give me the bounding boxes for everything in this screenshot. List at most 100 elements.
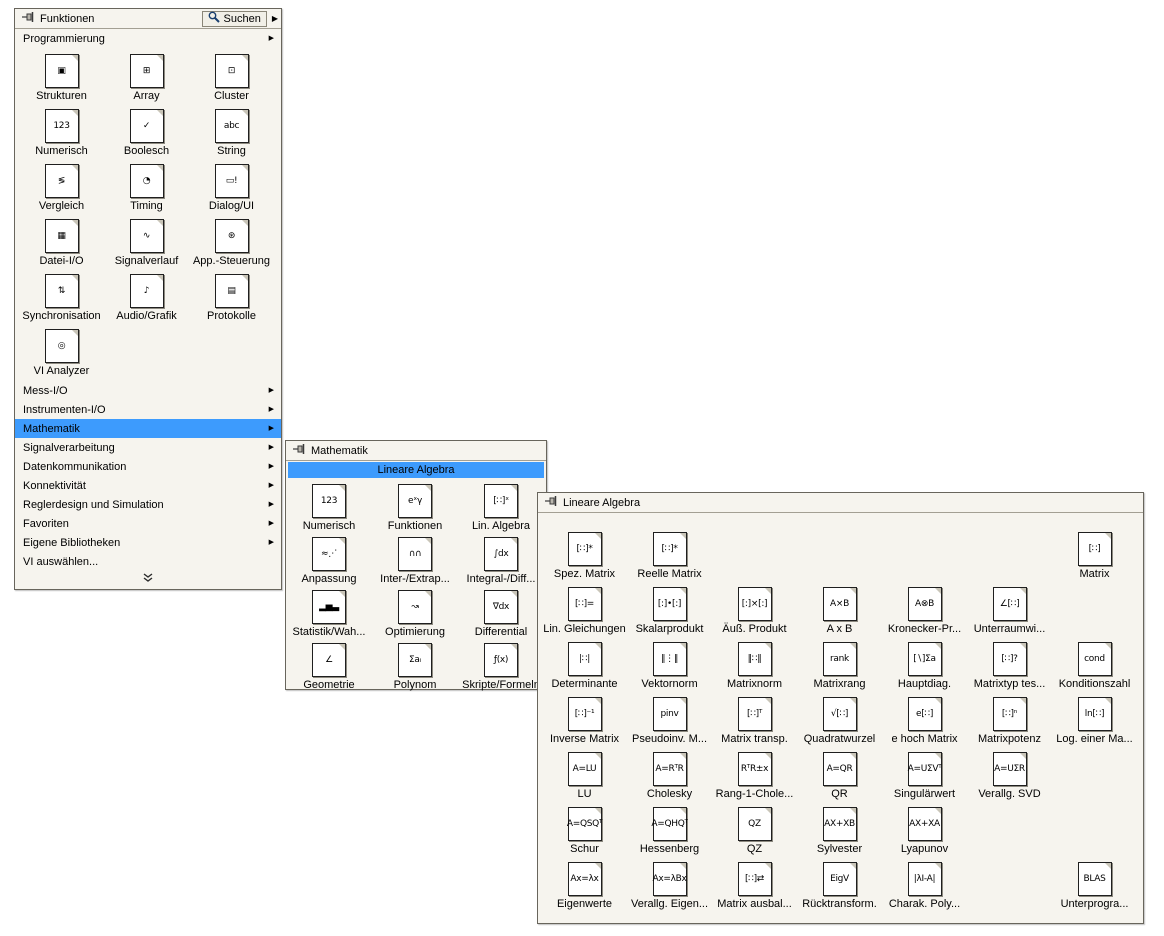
palette-item-eigenwerte[interactable]: Ax=λx Eigenwerte [542, 857, 627, 912]
palette-item-konditionszahl[interactable]: cond Konditionszahl [1052, 637, 1137, 692]
palette-item-timing[interactable]: ◔ Timing [104, 159, 189, 214]
palette-item-inter-extrap[interactable]: ∩∩ Inter-/Extrap... [372, 532, 458, 585]
palette-item-singulärwert[interactable]: A=UΣVᵀ Singulärwert [882, 747, 967, 802]
palette-item-differential[interactable]: ∇dx Differential [458, 585, 544, 638]
palette-item-optimierung[interactable]: ↝ Optimierung [372, 585, 458, 638]
palette-item-signalverlauf[interactable]: ∿ Signalverlauf [104, 214, 189, 269]
palette-item-matrix-ausbal[interactable]: [∷]⇄ Matrix ausbal... [712, 857, 797, 912]
palette-item-matrix[interactable]: [∷] Matrix [1052, 527, 1137, 582]
palette-item-lin-algebra[interactable]: [∷]ˣ Lin. Algebra [458, 479, 544, 532]
palette-item-anpassung[interactable]: ≈⋰ Anpassung [286, 532, 372, 585]
palette-item-funktionen[interactable]: eˣγ Funktionen [372, 479, 458, 532]
palette-item-unterprogra[interactable]: BLAS Unterprogra... [1052, 857, 1137, 912]
palette-item-sylvester[interactable]: AX+XB Sylvester [797, 802, 882, 857]
palette-item-numerisch[interactable]: 123 Numerisch [19, 104, 104, 159]
palette-item-schur[interactable]: A=QSQᵀ Schur [542, 802, 627, 857]
mathematik-titlebar[interactable]: Mathematik [286, 441, 546, 461]
category-row-instrumenten-i-o[interactable]: Instrumenten-I/O ▶ [15, 400, 281, 419]
palette-item-inverse-matrix[interactable]: [∷]⁻¹ Inverse Matrix [542, 692, 627, 747]
palette-item-matrixnorm[interactable]: ‖∷‖ Matrixnorm [712, 637, 797, 692]
palette-item-strukturen[interactable]: ▣ Strukturen [19, 49, 104, 104]
palette-item-datei-i-o[interactable]: ▦ Datei-I/O [19, 214, 104, 269]
palette-item-label: Differential [474, 626, 528, 638]
palette-item-geometrie[interactable]: ∠ Geometrie [286, 638, 372, 691]
palette-item-matrixrang[interactable]: rank Matrixrang [797, 637, 882, 692]
palette-item-kronecker-pr[interactable]: A⊗B Kronecker-Pr... [882, 582, 967, 637]
category-label: Mathematik [23, 422, 80, 435]
double-chevron-down-icon [141, 572, 155, 586]
palette-item-lu[interactable]: A=LU LU [542, 747, 627, 802]
palette-item-app-steuerung[interactable]: ⊛ App.-Steuerung [189, 214, 274, 269]
palette-item-matrixpotenz[interactable]: [∷]ⁿ Matrixpotenz [967, 692, 1052, 747]
palette-item-label: Inverse Matrix [549, 733, 620, 745]
category-row-mathematik[interactable]: Mathematik ▶ [15, 419, 281, 438]
category-row-favoriten[interactable]: Favoriten ▶ [15, 514, 281, 533]
palette-item-string[interactable]: abc String [189, 104, 274, 159]
palette-item-lin-gleichungen[interactable]: [∷]= Lin. Gleichungen [542, 582, 627, 637]
palette-item-quadratwurzel[interactable]: √[∷] Quadratwurzel [797, 692, 882, 747]
palette-item-matrixtyp-tes[interactable]: [∷]? Matrixtyp tes... [967, 637, 1052, 692]
category-label: Programmierung [23, 32, 105, 45]
palette-item-hauptdiag[interactable]: [∖]Σa Hauptdiag. [882, 637, 967, 692]
palette-item-audio-grafik[interactable]: ♪ Audio/Grafik [104, 269, 189, 324]
palette-item-pseudoinv-m[interactable]: pinv Pseudoinv. M... [627, 692, 712, 747]
palette-item-verallg-svd[interactable]: A=UΣR Verallg. SVD [967, 747, 1052, 802]
search-label: Suchen [223, 12, 261, 25]
palette-item-log-einer-ma[interactable]: ln[∷] Log. einer Ma... [1052, 692, 1137, 747]
palette-options-arrow-icon[interactable]: ▶ [272, 14, 278, 23]
palette-item-a-x-b[interactable]: A×B A x B [797, 582, 882, 637]
palette-item-vergleich[interactable]: ≶ Vergleich [19, 159, 104, 214]
expand-more-button[interactable] [15, 571, 281, 587]
submenu-arrow-icon: ▶ [268, 444, 274, 451]
search-button[interactable]: Suchen [201, 10, 267, 27]
palette-item-vi-analyzer[interactable]: ◎ VI Analyzer [19, 324, 104, 379]
palette-item-skripte-formeln[interactable]: ƒ(x) Skripte/Formeln [458, 638, 544, 691]
category-row-reglerdesign-und-simulation[interactable]: Reglerdesign und Simulation ▶ [15, 495, 281, 514]
palette-item-qz[interactable]: QZ QZ [712, 802, 797, 857]
palette-item-boolesch[interactable]: ✓ Boolesch [104, 104, 189, 159]
lineare-algebra-titlebar[interactable]: Lineare Algebra [538, 493, 1143, 513]
search-icon [208, 11, 220, 26]
category-programmierung[interactable]: Programmierung ▶ [15, 29, 281, 48]
palette-item-label: Schur [570, 843, 599, 855]
palette-item-polynom[interactable]: Σaᵢ Polynom [372, 638, 458, 691]
palette-item-integral-diff[interactable]: ∫dx Integral-/Diff... [458, 532, 544, 585]
palette-item-determinante[interactable]: |∷| Determinante [542, 637, 627, 692]
matrixpotenz-icon: [∷]ⁿ [992, 697, 1027, 731]
palette-item-e-hoch-matrix[interactable]: e[∷] e hoch Matrix [882, 692, 967, 747]
palette-item-cholesky[interactable]: A=RᵀR Cholesky [627, 747, 712, 802]
palette-item-unterraumwi[interactable]: ∠[∷] Unterraumwi... [967, 582, 1052, 637]
category-row-konnektivität[interactable]: Konnektivität ▶ [15, 476, 281, 495]
palette-item-cluster[interactable]: ⊡ Cluster [189, 49, 274, 104]
palette-item-charak-poly[interactable]: |λI-A| Charak. Poly... [882, 857, 967, 912]
palette-item-numerisch[interactable]: 123 Numerisch [286, 479, 372, 532]
palette-item-spez-matrix[interactable]: [∷]* Spez. Matrix [542, 527, 627, 582]
palette-item-array[interactable]: ⊞ Array [104, 49, 189, 104]
palette-item-dialog-ui[interactable]: ▭! Dialog/UI [189, 159, 274, 214]
category-row-eigene-bibliotheken[interactable]: Eigene Bibliotheken ▶ [15, 533, 281, 552]
pushpin-icon[interactable] [292, 443, 306, 458]
category-row-mess-i-o[interactable]: Mess-I/O ▶ [15, 381, 281, 400]
palette-item-äuß-produkt[interactable]: [:]×[:] Äuß. Produkt [712, 582, 797, 637]
palette-title: Mathematik [311, 444, 368, 457]
funktionen-titlebar[interactable]: Funktionen Suchen ▶ [15, 9, 281, 29]
palette-item-synchronisation[interactable]: ⇅ Synchronisation [19, 269, 104, 324]
palette-item-hessenberg[interactable]: A=QHQᵀ Hessenberg [627, 802, 712, 857]
pushpin-icon[interactable] [21, 11, 35, 26]
palette-item-skalarprodukt[interactable]: [:]•[:] Skalarprodukt [627, 582, 712, 637]
palette-item-matrix-transp[interactable]: [∷]ᵀ Matrix transp. [712, 692, 797, 747]
palette-item-rücktransform[interactable]: EigV Rücktransform. [797, 857, 882, 912]
palette-item-verallg-eigen[interactable]: Ax=λBx Verallg. Eigen... [627, 857, 712, 912]
palette-item-label: Matrixpotenz [978, 733, 1041, 745]
palette-item-rang-1-chole[interactable]: RᵀR±x Rang-1-Chole... [712, 747, 797, 802]
palette-item-reelle-matrix[interactable]: [∷]* Reelle Matrix [627, 527, 712, 582]
palette-item-protokolle[interactable]: ▤ Protokolle [189, 269, 274, 324]
palette-item-statistik-wah[interactable]: ▂▅▃ Statistik/Wah... [286, 585, 372, 638]
pushpin-icon[interactable] [544, 495, 558, 510]
category-row-signalverarbeitung[interactable]: Signalverarbeitung ▶ [15, 438, 281, 457]
category-row-datenkommunikation[interactable]: Datenkommunikation ▶ [15, 457, 281, 476]
palette-item-lyapunov[interactable]: AX+XA Lyapunov [882, 802, 967, 857]
palette-item-qr[interactable]: A=QR QR [797, 747, 882, 802]
category-row-vi-auswählen[interactable]: VI auswählen... ▶ [15, 552, 281, 571]
palette-item-vektornorm[interactable]: ‖⋮‖ Vektornorm [627, 637, 712, 692]
